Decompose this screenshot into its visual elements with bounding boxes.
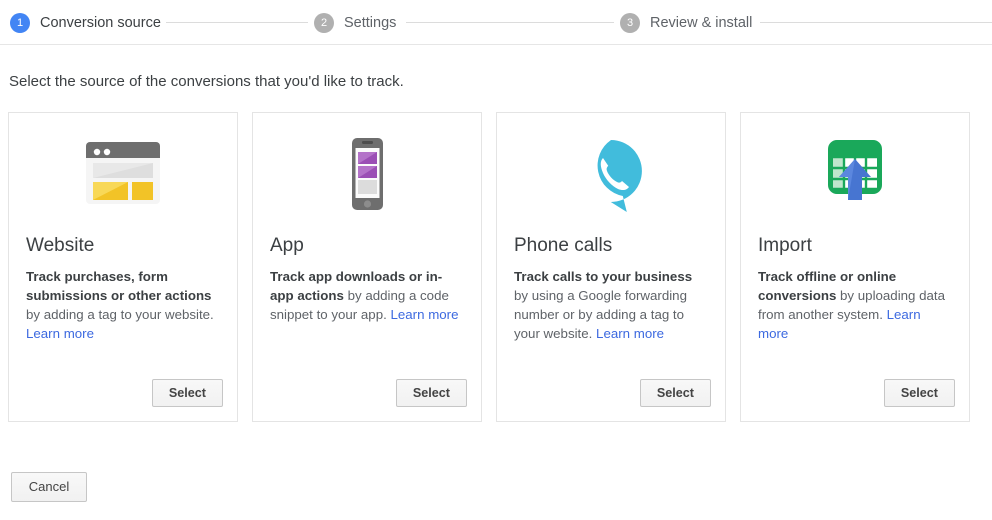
card-title-website: Website bbox=[26, 235, 95, 256]
select-button-app[interactable]: Select bbox=[395, 379, 467, 407]
mobile-phone-icon bbox=[253, 113, 481, 235]
conversion-source-card-list: Website Track purchases, form submission… bbox=[8, 112, 992, 422]
wizard-stepper: 1 Conversion source 2 Settings 3 Review … bbox=[0, 0, 992, 45]
step-number-badge-2: 2 bbox=[314, 12, 334, 33]
conversion-source-card-app[interactable]: App Track app downloads or in-app action… bbox=[252, 112, 482, 422]
card-actions-import: Select bbox=[883, 379, 955, 407]
stepper-connector-3 bbox=[760, 22, 992, 23]
card-title-phone-calls: Phone calls bbox=[514, 235, 613, 256]
stepper-connector-1 bbox=[166, 22, 308, 23]
conversion-source-card-import[interactable]: Import Track offline or online conversio… bbox=[740, 112, 970, 422]
stepper-step-conversion-source[interactable]: 1 Conversion source bbox=[10, 0, 161, 45]
card-title-import: Import bbox=[758, 235, 812, 256]
stepper-step-review-install[interactable]: 3 Review & install bbox=[620, 0, 752, 45]
stepper-step-settings[interactable]: 2 Settings bbox=[314, 0, 396, 45]
spreadsheet-upload-icon bbox=[741, 113, 969, 235]
step-number-badge-1: 1 bbox=[10, 12, 30, 33]
card-description-app: Track app downloads or in-app actions by… bbox=[270, 267, 464, 324]
select-button-import[interactable]: Select bbox=[883, 379, 955, 407]
phone-speech-bubble-icon bbox=[497, 113, 725, 235]
card-description-rest: by adding a tag to your website. bbox=[26, 307, 214, 322]
card-actions-app: Select bbox=[395, 379, 467, 407]
card-description-phone-calls: Track calls to your business by using a … bbox=[514, 267, 708, 343]
wizard-footer: Cancel bbox=[11, 472, 992, 502]
page-instruction: Select the source of the conversions tha… bbox=[9, 73, 404, 90]
conversion-source-card-phone-calls[interactable]: Phone calls Track calls to your business… bbox=[496, 112, 726, 422]
stepper-step-label-3: Review & install bbox=[650, 14, 753, 31]
card-description-website: Track purchases, form submissions or oth… bbox=[26, 267, 220, 343]
conversion-source-card-website[interactable]: Website Track purchases, form submission… bbox=[8, 112, 238, 422]
stepper-step-label-2: Settings bbox=[344, 14, 397, 31]
step-number-badge-3: 3 bbox=[620, 12, 640, 33]
card-actions-website: Select bbox=[151, 379, 223, 407]
browser-window-icon bbox=[9, 113, 237, 235]
select-button-phone-calls[interactable]: Select bbox=[639, 379, 711, 407]
select-button-website[interactable]: Select bbox=[151, 379, 223, 407]
card-title-app: App bbox=[270, 235, 304, 256]
card-actions-phone-calls: Select bbox=[639, 379, 711, 407]
card-description-highlight: Track calls to your business bbox=[514, 269, 693, 284]
card-description-highlight: Track purchases, form submissions or oth… bbox=[26, 269, 212, 303]
learn-more-link-website[interactable]: Learn more bbox=[26, 326, 94, 341]
card-description-import: Track offline or online conversions by u… bbox=[758, 267, 952, 343]
learn-more-link-app[interactable]: Learn more bbox=[391, 307, 459, 322]
stepper-connector-2 bbox=[406, 22, 614, 23]
learn-more-link-phone-calls[interactable]: Learn more bbox=[596, 326, 664, 341]
cancel-button[interactable]: Cancel bbox=[11, 472, 87, 502]
stepper-step-label-1: Conversion source bbox=[40, 14, 161, 31]
